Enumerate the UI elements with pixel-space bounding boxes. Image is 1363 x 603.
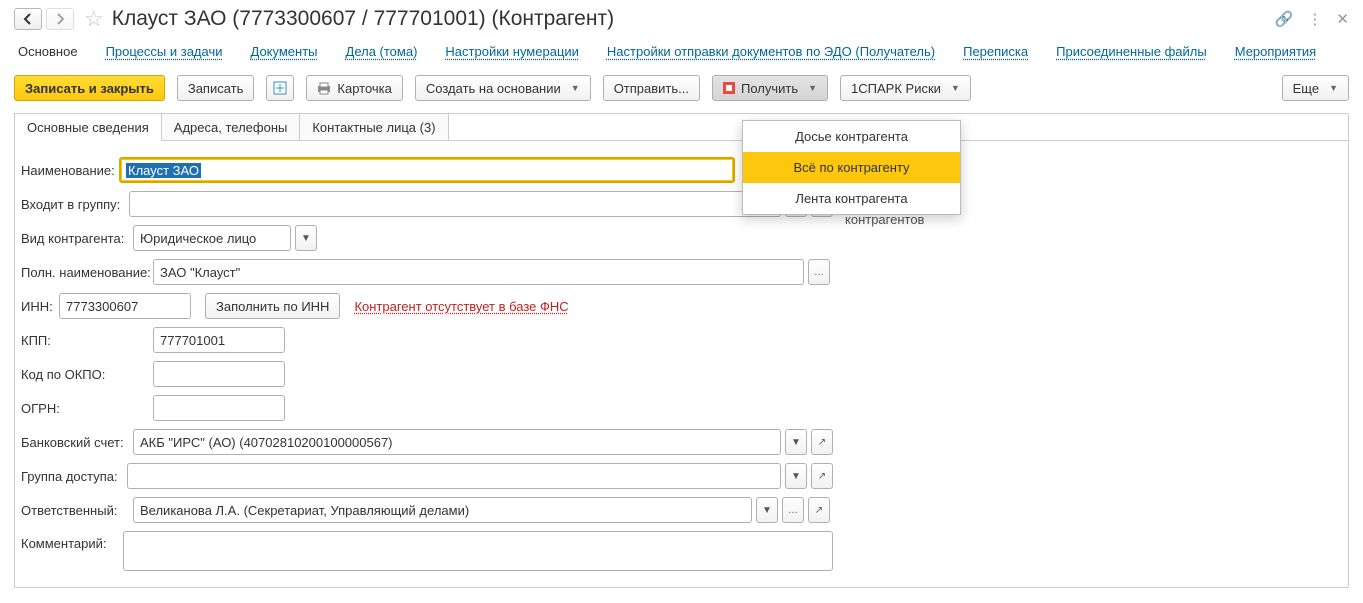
section-link-2[interactable]: Документы (237, 36, 332, 67)
spark-icon (723, 82, 735, 94)
label-comment: Комментарий: (19, 531, 123, 551)
label-ogrn: ОГРН: (19, 401, 153, 416)
section-link-8[interactable]: Мероприятия (1221, 36, 1331, 67)
section-link-3[interactable]: Дела (тома) (332, 36, 432, 67)
forward-button[interactable] (46, 8, 74, 30)
get-dropdown-menu: Досье контрагента Всё по контрагенту Лен… (742, 120, 961, 215)
section-link-7[interactable]: Присоединенные файлы (1042, 36, 1221, 67)
printer-icon (317, 82, 331, 95)
more-label: Еще (1293, 81, 1319, 96)
card-label: Карточка (337, 81, 391, 96)
link-icon[interactable]: 🔗 (1275, 10, 1294, 28)
label-fullname: Полн. наименование: (19, 265, 153, 280)
back-button[interactable] (14, 8, 42, 30)
section-main[interactable]: Основное (14, 36, 92, 67)
section-link-1[interactable]: Процессы и задачи (92, 36, 237, 67)
label-bank: Банковский счет: (19, 435, 133, 450)
access-dropdown-button[interactable]: ▼ (785, 463, 807, 489)
label-name: Наименование: (19, 163, 119, 178)
chevron-down-icon: ▼ (951, 83, 960, 93)
comment-input[interactable] (123, 531, 833, 571)
save-button[interactable]: Записать (177, 75, 255, 101)
section-link-6[interactable]: Переписка (949, 36, 1042, 67)
label-responsible: Ответственный: (19, 503, 133, 518)
ogrn-input[interactable] (153, 395, 285, 421)
create-from-button[interactable]: Создать на основании ▼ (415, 75, 591, 101)
tab-addresses[interactable]: Адреса, телефоны (161, 113, 301, 141)
tab-main-info[interactable]: Основные сведения (14, 113, 162, 141)
bank-input[interactable]: АКБ "ИРС" (АО) (40702810200100000567) (133, 429, 781, 455)
create-from-label: Создать на основании (426, 81, 561, 96)
label-inn: ИНН: (19, 299, 59, 314)
responsible-open-button[interactable]: ↗ (808, 497, 830, 523)
save-and-close-button[interactable]: Записать и закрыть (14, 75, 165, 101)
refresh-icon-button[interactable] (266, 75, 294, 101)
responsible-input[interactable]: Великанова Л.А. (Секретариат, Управляющи… (133, 497, 752, 523)
fullname-input[interactable]: ЗАО "Клауст" (153, 259, 804, 285)
send-label: Отправить... (614, 81, 689, 96)
kebab-menu-icon[interactable]: ⋮ (1307, 10, 1322, 28)
card-button[interactable]: Карточка (306, 75, 402, 101)
fill-by-inn-button[interactable]: Заполнить по ИНН (205, 293, 340, 319)
access-open-button[interactable]: ↗ (811, 463, 833, 489)
inn-warning-link[interactable]: Контрагент отсутствует в базе ФНС (354, 299, 568, 314)
get-button[interactable]: Получить ▼ (712, 75, 828, 101)
spark-label: 1СПАРК Риски (851, 81, 941, 96)
get-label: Получить (741, 81, 798, 96)
group-input[interactable] (129, 191, 781, 217)
dropdown-item-dossier[interactable]: Досье контрагента (743, 121, 960, 152)
label-kind: Вид контрагента: (19, 231, 133, 246)
save-label: Записать (188, 81, 244, 96)
send-button[interactable]: Отправить... (603, 75, 700, 101)
label-access: Группа доступа: (19, 469, 127, 484)
kind-input[interactable]: Юридическое лицо (133, 225, 291, 251)
dropdown-item-all[interactable]: Всё по контрагенту (743, 152, 960, 183)
name-input[interactable]: Клауст ЗАО (119, 157, 735, 183)
label-okpo: Код по ОКПО: (19, 367, 153, 382)
dropdown-item-feed[interactable]: Лента контрагента (743, 183, 960, 214)
page-title: Клауст ЗАО (7773300607 / 777701001) (Кон… (112, 7, 614, 31)
kpp-input[interactable]: 777701001 (153, 327, 285, 353)
label-group: Входит в группу: (19, 197, 129, 212)
okpo-input[interactable] (153, 361, 285, 387)
bank-dropdown-button[interactable]: ▼ (785, 429, 807, 455)
favorite-star-icon[interactable]: ☆ (84, 6, 104, 32)
chevron-down-icon: ▼ (1329, 83, 1338, 93)
close-icon[interactable]: ✕ (1336, 10, 1349, 28)
kind-dropdown-button[interactable]: ▼ (295, 225, 317, 251)
save-and-close-label: Записать и закрыть (25, 81, 154, 96)
chevron-down-icon: ▼ (571, 83, 580, 93)
more-button[interactable]: Еще ▼ (1282, 75, 1349, 101)
chevron-down-icon: ▼ (808, 83, 817, 93)
section-link-4[interactable]: Настройки нумерации (431, 36, 593, 67)
section-link-5[interactable]: Настройки отправки документов по ЭДО (По… (593, 36, 949, 67)
bank-open-button[interactable]: ↗ (811, 429, 833, 455)
spark-risks-button[interactable]: 1СПАРК Риски ▼ (840, 75, 971, 101)
label-kpp: КПП: (19, 333, 153, 348)
inn-input[interactable]: 7773300607 (59, 293, 191, 319)
access-input[interactable] (127, 463, 781, 489)
tab-contacts[interactable]: Контактные лица (3) (299, 113, 448, 141)
fullname-more-button[interactable]: … (808, 259, 830, 285)
responsible-dropdown-button[interactable]: ▼ (756, 497, 778, 523)
responsible-more-button[interactable]: … (782, 497, 804, 523)
